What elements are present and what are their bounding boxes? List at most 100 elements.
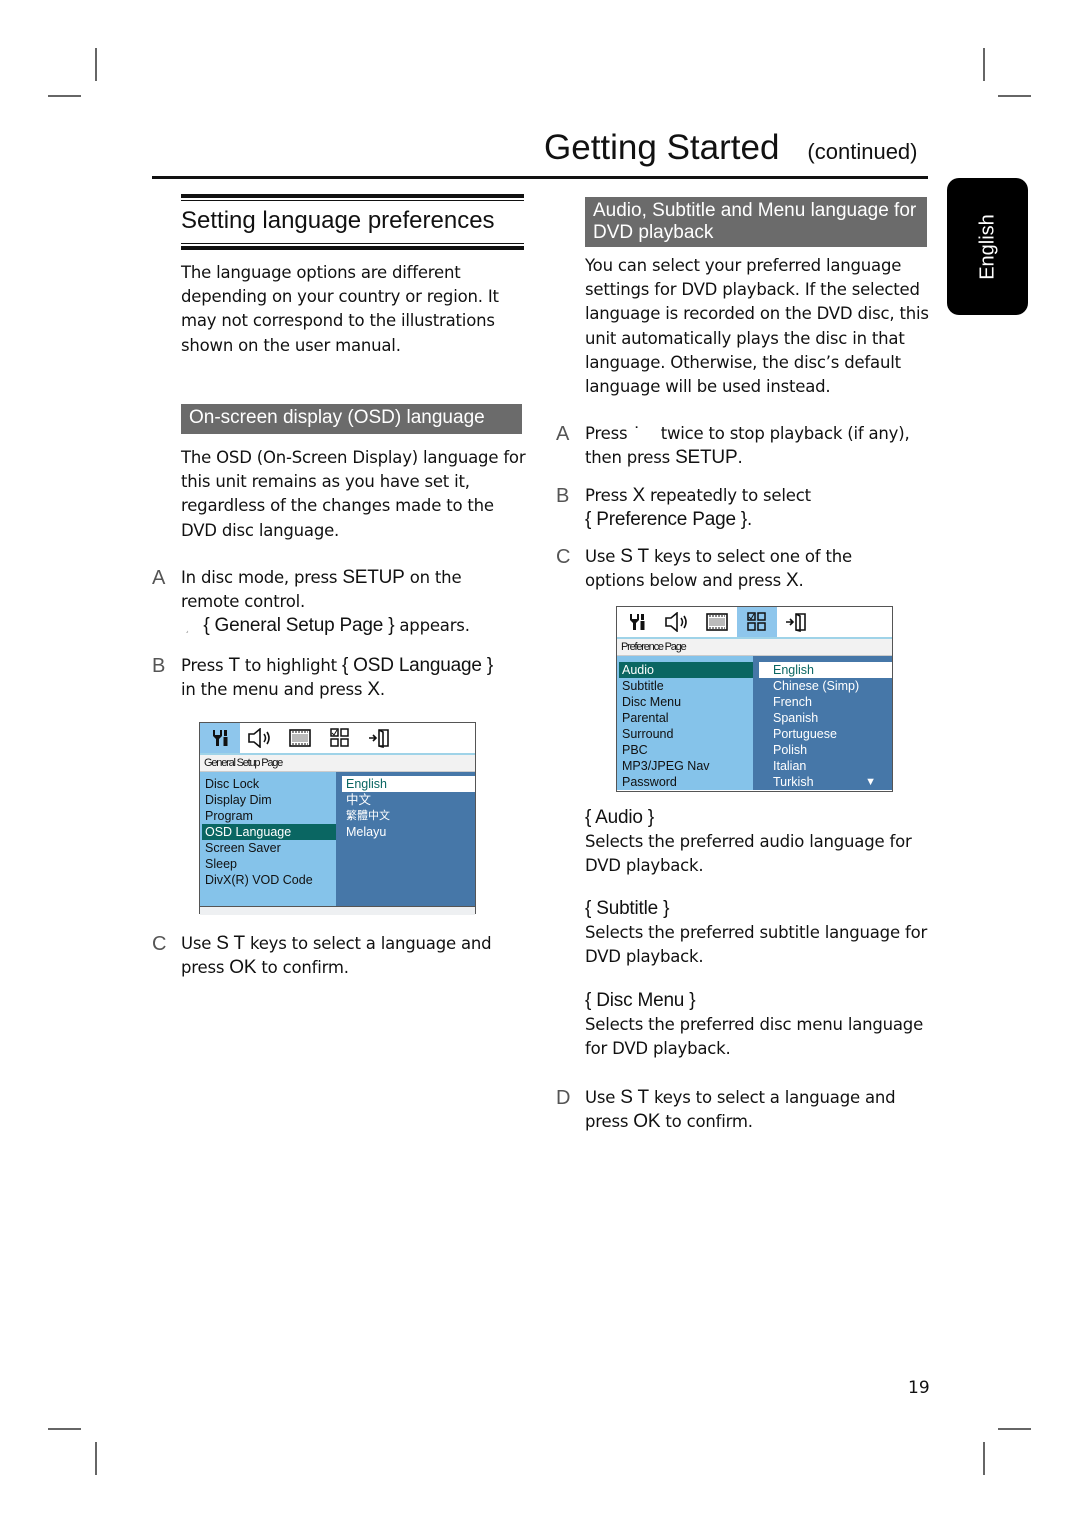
step-text: to confirm. — [660, 1112, 753, 1132]
crop-mark — [95, 1442, 97, 1475]
step-text: Press — [585, 486, 633, 505]
crop-mark — [95, 48, 97, 81]
osd-menu-item[interactable]: MP3/JPEG Nav — [619, 758, 753, 774]
step-text: in the menu and press — [181, 680, 368, 700]
dvd-intro-paragraph: You can select your preferred language s… — [585, 256, 929, 397]
option-title: { Audio } — [585, 807, 654, 828]
option-audio: { Audio } Selects the preferred audio la… — [585, 806, 930, 879]
osd-body: Audio Subtitle Disc Menu Parental Surrou… — [617, 656, 892, 790]
step-text: to confirm. — [256, 958, 349, 978]
key-label: X — [786, 570, 799, 592]
osd-menu-item[interactable]: Subtitle — [619, 678, 753, 694]
general-setup-icon[interactable] — [200, 723, 240, 753]
section-title-block: Setting language preferences — [181, 194, 524, 250]
osd-menu-item-selected[interactable]: OSD Language — [202, 824, 336, 840]
osd-menu-item[interactable]: Parental — [619, 710, 753, 726]
step-text: . — [798, 571, 804, 591]
key-label: S T — [620, 546, 649, 567]
dvd-language-heading: Audio, Subtitle and Menu language for DV… — [585, 197, 927, 247]
osd-option[interactable]: Italian — [759, 758, 892, 774]
title-rule — [152, 176, 928, 179]
divider — [181, 194, 524, 198]
step-text: . — [379, 680, 385, 700]
key-label: S T — [620, 1087, 649, 1108]
step-text: keys to select a language and — [648, 1088, 896, 1107]
osd-menu-item[interactable]: DivX(R) VOD Code — [202, 872, 336, 888]
step-letter: B — [152, 655, 166, 677]
osd-option[interactable]: 繁體中文 — [342, 808, 475, 824]
osd-menu-item[interactable]: Password — [619, 774, 753, 790]
osd-menu-item[interactable]: Display Dim — [202, 792, 336, 808]
exit-icon[interactable] — [360, 723, 400, 753]
key-label: OK — [633, 1111, 661, 1133]
exit-icon[interactable] — [777, 607, 817, 637]
key-label: T — [228, 655, 240, 676]
osd-menu-item[interactable]: PBC — [619, 742, 753, 758]
video-setup-icon[interactable] — [280, 723, 320, 753]
step-text: then press — [585, 448, 676, 468]
video-setup-icon[interactable] — [697, 607, 737, 637]
step-text: . — [747, 510, 753, 530]
page-title-continued: (continued) — [807, 139, 918, 164]
option-subtitle: { Subtitle } Selects the preferred subti… — [585, 897, 930, 970]
step-text: twice to stop playback (if any), — [640, 424, 910, 443]
option-description: Selects the preferred audio language for… — [585, 832, 912, 876]
osd-menu-item[interactable]: Screen Saver — [202, 840, 336, 856]
scroll-down-icon[interactable]: ▼ — [865, 776, 876, 788]
step-b: B Press X repeatedly to select { Prefere… — [556, 484, 930, 532]
audio-setup-icon[interactable] — [657, 607, 697, 637]
language-tab-label: English — [976, 213, 998, 280]
preference-icon[interactable] — [737, 607, 777, 637]
intro-paragraph: The language options are different depen… — [181, 263, 499, 355]
osd-option[interactable]: Polish — [759, 742, 892, 758]
step-text: . — [737, 448, 743, 468]
crop-mark — [998, 1428, 1031, 1430]
step-d: D Use S T keys to select a language and … — [556, 1086, 930, 1134]
osd-option[interactable]: French — [759, 694, 892, 710]
preference-icon[interactable] — [320, 723, 360, 753]
osd-menu-item[interactable]: Disc Lock — [202, 776, 336, 792]
option-title: { Disc Menu } — [585, 990, 696, 1011]
osd-paragraph: The OSD (On-Screen Display) language for… — [181, 448, 526, 540]
divider — [181, 246, 524, 250]
osd-footer — [200, 906, 475, 915]
osd-option[interactable]: Melayu — [342, 824, 475, 840]
audio-setup-icon[interactable] — [240, 723, 280, 753]
step-c: C Use S T keys to select a language and … — [152, 932, 526, 980]
osd-option[interactable]: Spanish — [759, 710, 892, 726]
osd-option[interactable]: Chinese (Simp) — [759, 678, 892, 694]
osd-menu-item[interactable]: Surround — [619, 726, 753, 742]
step-b: B Press T to highlight { OSD Language } … — [152, 654, 526, 702]
osd-option-selected[interactable]: English — [759, 662, 892, 678]
step-a: A In disc mode, press SETUP on the remot… — [152, 566, 526, 642]
step-text: remote control. — [181, 592, 306, 612]
step-letter: C — [152, 933, 167, 955]
key-label: SETUP — [342, 567, 405, 588]
step-text: Use — [181, 934, 217, 953]
osd-menu-list: Disc Lock Display Dim Program OSD Langua… — [200, 772, 336, 906]
section-title: Setting language preferences — [181, 207, 495, 234]
general-setup-icon[interactable] — [617, 607, 657, 637]
osd-menu-item[interactable]: Sleep — [202, 856, 336, 872]
page-title: Getting Started (continued) — [544, 128, 918, 168]
key-label: { Preference Page } — [585, 509, 748, 531]
osd-option-list: English 中文 繁體中文 Melayu — [336, 772, 475, 906]
step-text: keys to select a language and — [244, 934, 492, 953]
osd-icon-bar — [200, 723, 475, 755]
step-text: on the — [404, 568, 462, 587]
step-text: press — [585, 1112, 634, 1132]
step-letter: D — [556, 1087, 571, 1109]
osd-body: Disc Lock Display Dim Program OSD Langua… — [200, 772, 475, 906]
osd-page-label: Preference Page — [617, 639, 892, 656]
osd-menu-list: Audio Subtitle Disc Menu Parental Surrou… — [617, 656, 753, 790]
osd-option[interactable]: Portuguese — [759, 726, 892, 742]
key-label: { General Setup Page } — [203, 615, 395, 637]
osd-menu-item[interactable]: Disc Menu — [619, 694, 753, 710]
osd-menu-item-selected[interactable]: Audio — [619, 662, 753, 678]
osd-menu-item[interactable]: Program — [202, 808, 336, 824]
osd-option-selected[interactable]: English — [342, 776, 475, 792]
step-letter: B — [556, 485, 570, 507]
osd-option[interactable]: 中文 — [342, 792, 475, 808]
step-text: appears. — [394, 616, 470, 636]
option-description: Selects the preferred disc menu language… — [585, 1015, 924, 1059]
